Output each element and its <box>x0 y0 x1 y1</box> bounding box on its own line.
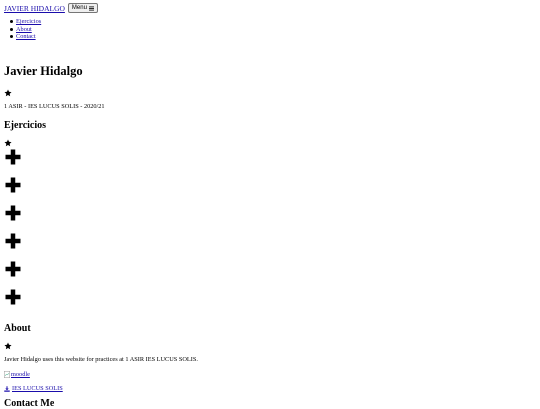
plus-icon[interactable] <box>4 232 22 250</box>
menu-button[interactable]: Menu <box>67 3 98 13</box>
plus-icon[interactable] <box>4 176 22 194</box>
nav-link-about[interactable]: About <box>16 26 32 34</box>
plus-icon[interactable] <box>4 260 22 278</box>
ies-lucus-solis-link[interactable]: IES LUCUS SOLIS <box>4 385 63 392</box>
bars-icon <box>88 6 94 10</box>
nav-item-about: About <box>10 26 41 34</box>
page-subtitle: 1 ASIR - IES LUCUS SOLIS - 2020/21 <box>4 103 105 110</box>
nav-link-ejercicios[interactable]: Ejercicios <box>16 18 41 26</box>
ies-lucus-solis-link-label: IES LUCUS SOLIS <box>12 385 63 392</box>
download-icon <box>4 385 10 392</box>
broken-image-icon <box>4 371 10 378</box>
plus-icon[interactable] <box>4 148 22 166</box>
section-title-ejercicios: Ejercicios <box>4 120 47 131</box>
star-icon <box>4 342 12 350</box>
section-title-contact: Contact Me <box>4 398 55 409</box>
moodle-image-alt: moodle <box>11 371 30 378</box>
page-title: Javier Hidalgo <box>4 64 83 78</box>
navbar: JAVIER HIDALGO Menu <box>4 3 98 13</box>
page: JAVIER HIDALGO Menu Ejercicios About Con… <box>0 0 540 409</box>
moodle-image[interactable]: moodle <box>4 371 30 378</box>
star-icon <box>4 89 12 97</box>
nav-list: Ejercicios About Contact <box>10 18 41 41</box>
about-text: Javier Hidalgo uses this website for pra… <box>4 356 198 363</box>
nav-item-ejercicios: Ejercicios <box>10 18 41 26</box>
nav-item-contact: Contact <box>10 33 41 41</box>
plus-icon[interactable] <box>4 204 22 222</box>
plus-icon[interactable] <box>4 288 22 306</box>
nav-link-contact[interactable]: Contact <box>16 33 36 41</box>
menu-button-label: Menu <box>71 5 87 11</box>
star-icon <box>4 139 12 147</box>
section-title-about: About <box>4 323 31 334</box>
brand-link[interactable]: JAVIER HIDALGO <box>4 4 65 13</box>
